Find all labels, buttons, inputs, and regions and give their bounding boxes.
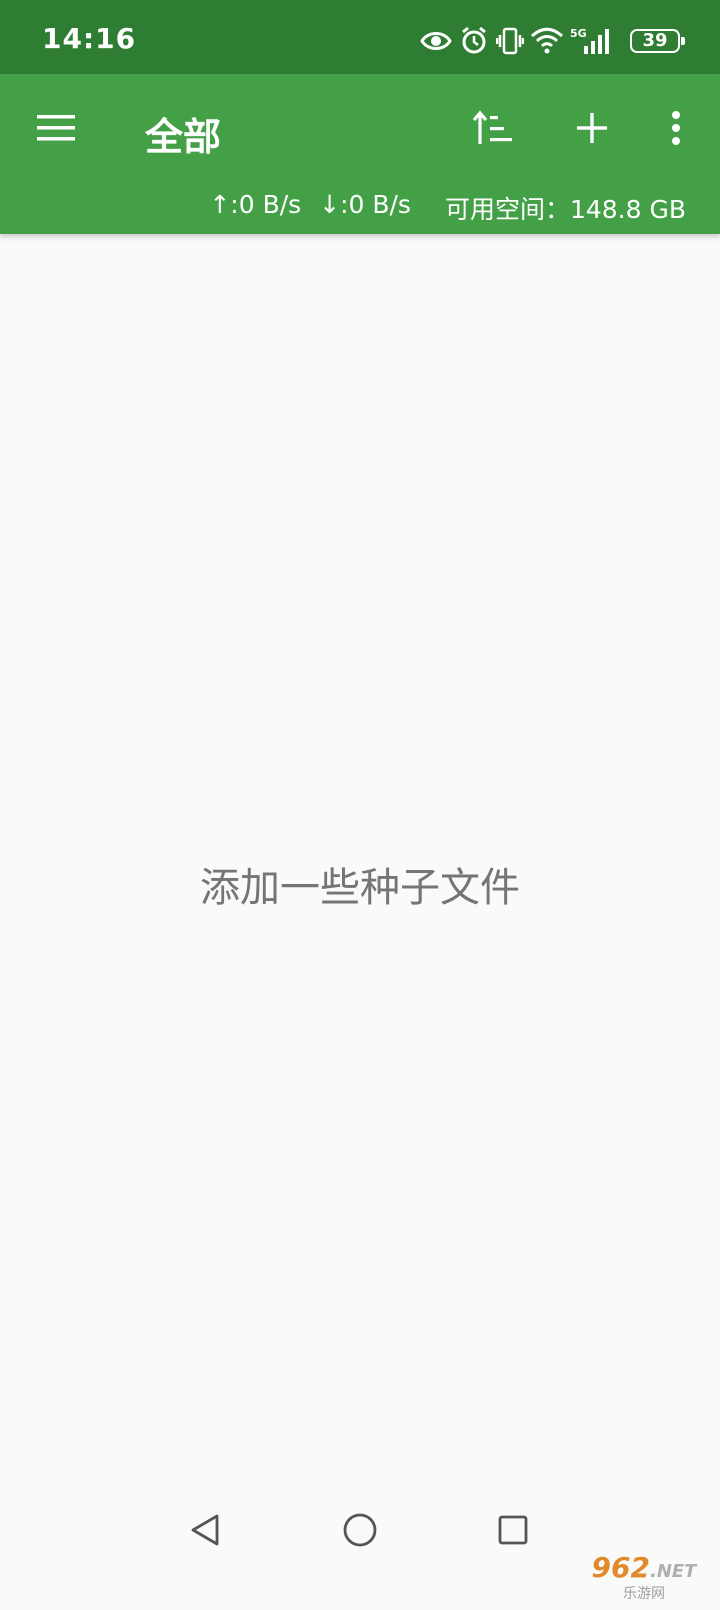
signal-icon: 5G: [570, 27, 609, 54]
status-bar: 14:16 5G 39: [0, 0, 720, 74]
page-title: 全部: [145, 115, 222, 159]
download-speed: ↓:0 B/s: [319, 190, 411, 219]
add-torrent-button[interactable]: [564, 100, 620, 156]
upload-speed: ↑:0 B/s: [209, 190, 302, 219]
nav-back-button[interactable]: [185, 1510, 225, 1550]
alarm-icon: [462, 26, 486, 54]
vibrate-icon: [496, 27, 524, 55]
hamburger-menu-icon: [37, 115, 75, 141]
empty-state-message: 添加一些种子文件: [200, 865, 520, 911]
add-icon: [577, 113, 607, 143]
more-vert-icon: [672, 111, 680, 145]
system-nav-bar: 962.NET 乐游网: [0, 1470, 720, 1610]
watermark-number: 962: [591, 1551, 650, 1584]
home-circle-icon: [343, 1513, 377, 1547]
app-screen: 14:16 5G 39 全部 ↑:0 B/s ↓:0 B/s 可用空间：148.…: [0, 0, 720, 1610]
menu-button[interactable]: [28, 100, 84, 156]
more-options-button[interactable]: [648, 100, 704, 156]
battery-icon: 39: [630, 29, 685, 53]
nav-home-button[interactable]: [340, 1510, 380, 1550]
network-type: 5G: [570, 27, 587, 40]
watermark-suffix: .NET: [649, 1561, 697, 1582]
back-triangle-icon: [191, 1514, 219, 1546]
eye-icon: [420, 32, 452, 50]
watermark-subtitle: 乐游网: [623, 1586, 665, 1602]
recents-square-icon: [498, 1515, 528, 1545]
sort-button[interactable]: [466, 100, 522, 156]
free-space: 可用空间：148.8 GB: [444, 195, 686, 224]
status-icons: 5G 39: [420, 26, 685, 56]
transfer-status: ↑:0 B/s ↓:0 B/s 可用空间：148.8 GB: [209, 190, 686, 226]
sort-icon: [473, 110, 512, 144]
wifi-icon: [530, 27, 564, 54]
app-toolbar: 全部 ↑:0 B/s ↓:0 B/s 可用空间：148.8 GB: [0, 74, 720, 234]
nav-recents-button[interactable]: [493, 1510, 533, 1550]
watermark-logo: 962.NET 乐游网: [574, 1552, 714, 1604]
speed-rates: ↑:0 B/s ↓:0 B/s: [209, 190, 411, 226]
status-time: 14:16: [42, 22, 137, 55]
